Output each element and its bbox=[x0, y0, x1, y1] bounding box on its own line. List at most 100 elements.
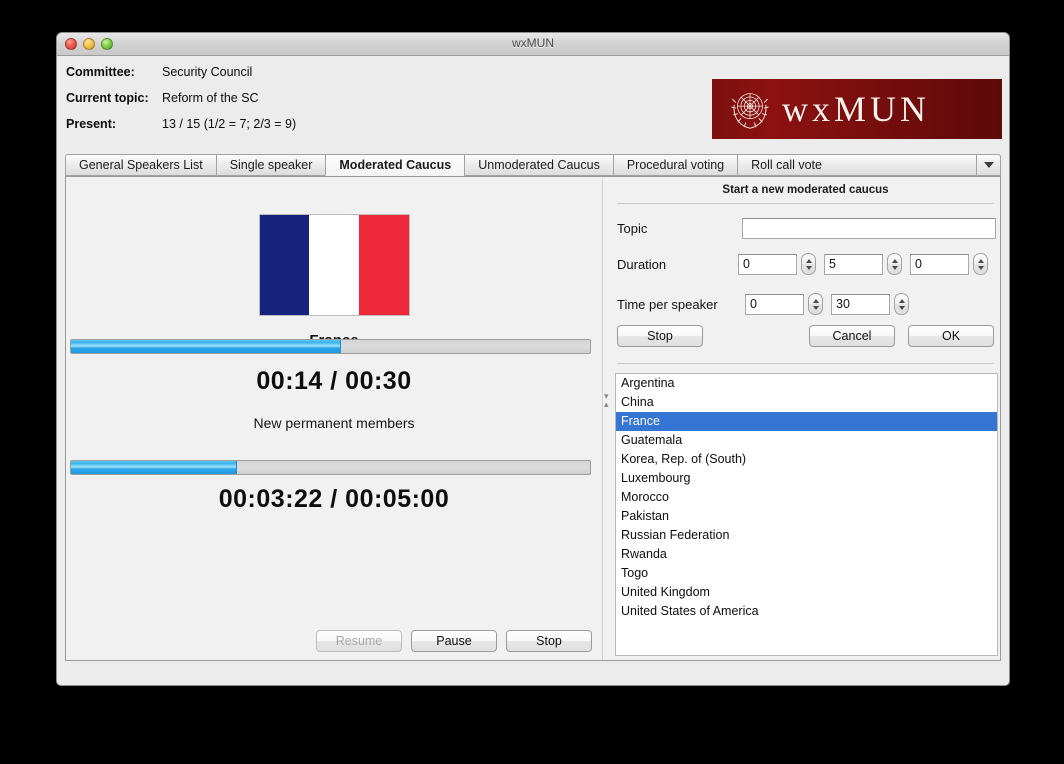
flag-band-blue bbox=[259, 215, 310, 315]
tps-minutes-input[interactable] bbox=[745, 293, 804, 315]
caucus-control-buttons: Resume Pause Stop bbox=[316, 630, 592, 652]
duration-minutes-input[interactable] bbox=[824, 253, 883, 275]
france-flag bbox=[258, 214, 410, 316]
tps-minutes-stepper[interactable] bbox=[808, 293, 823, 315]
tps-seconds-stepper[interactable] bbox=[894, 293, 909, 315]
speaker-timer: 00:14 / 00:30 bbox=[256, 367, 412, 395]
duration-hours-input[interactable] bbox=[738, 253, 797, 275]
duration-minutes-stepper[interactable] bbox=[887, 253, 902, 275]
form-stop-button[interactable]: Stop bbox=[617, 325, 703, 347]
window-titlebar[interactable]: wxMUN bbox=[57, 33, 1009, 56]
tab-general-speakers-list[interactable]: General Speakers List bbox=[65, 154, 216, 176]
new-caucus-pane: Start a new moderated caucus Topic Durat… bbox=[611, 177, 1000, 660]
speaker-progress-bar bbox=[70, 339, 591, 354]
present-value: 13 / 15 (1/2 = 7; 2/3 = 9) bbox=[162, 117, 297, 131]
stepper-up-icon[interactable] bbox=[812, 298, 819, 303]
topic-label: Topic bbox=[617, 220, 648, 236]
present-label: Present: bbox=[66, 117, 117, 131]
committee-value: Security Council bbox=[162, 65, 253, 79]
info-row-committee: Committee: Security Council bbox=[66, 65, 296, 91]
pause-button[interactable]: Pause bbox=[411, 630, 497, 652]
list-item[interactable]: Russian Federation bbox=[616, 526, 997, 545]
current-topic-value: Reform of the SC bbox=[162, 91, 259, 105]
list-item[interactable]: France bbox=[616, 412, 997, 431]
stepper-up-icon[interactable] bbox=[891, 258, 898, 263]
list-item[interactable]: Morocco bbox=[616, 488, 997, 507]
time-per-speaker-row: Time per speaker bbox=[617, 293, 996, 315]
caucus-progress-fill bbox=[71, 461, 238, 474]
list-item[interactable]: Korea, Rep. of (South) bbox=[616, 450, 997, 469]
caucus-timer: 00:03:22 / 00:05:00 bbox=[218, 485, 450, 513]
list-item[interactable]: Luxembourg bbox=[616, 469, 997, 488]
tab-moderated-caucus[interactable]: Moderated Caucus bbox=[325, 154, 465, 176]
duration-seconds-group bbox=[910, 253, 988, 275]
stop-button[interactable]: Stop bbox=[506, 630, 592, 652]
tab-procedural-voting[interactable]: Procedural voting bbox=[612, 154, 738, 176]
splitter-grip-icon: ▾ ▴ bbox=[604, 391, 609, 409]
stepper-up-icon[interactable] bbox=[898, 298, 905, 303]
duration-label: Duration bbox=[617, 256, 667, 272]
form-title: Start a new moderated caucus bbox=[722, 184, 889, 196]
form-divider bbox=[617, 203, 994, 204]
duration-seconds-stepper[interactable] bbox=[973, 253, 988, 275]
duration-seconds-input[interactable] bbox=[910, 253, 969, 275]
list-item[interactable]: China bbox=[616, 393, 997, 412]
stepper-down-icon[interactable] bbox=[977, 265, 984, 270]
country-display: France bbox=[66, 214, 602, 349]
flag-band-white bbox=[309, 215, 359, 315]
topic-input[interactable] bbox=[741, 217, 996, 239]
current-topic-label: Current topic: bbox=[66, 91, 149, 105]
caucus-topic-text: New permanent members bbox=[253, 415, 415, 431]
list-item[interactable]: United States of America bbox=[616, 602, 997, 621]
tab-bar: General Speakers List Single speaker Mod… bbox=[65, 153, 1001, 176]
list-item[interactable]: Argentina bbox=[616, 374, 997, 393]
list-item[interactable]: Guatemala bbox=[616, 431, 997, 450]
tps-minutes-group bbox=[745, 293, 823, 315]
speaker-progress-fill bbox=[71, 340, 341, 353]
tab-content-panel: France 00:14 / 00:30 New permanent membe… bbox=[65, 176, 1001, 661]
stepper-down-icon[interactable] bbox=[891, 265, 898, 270]
tps-seconds-group bbox=[831, 293, 909, 315]
flag-band-red bbox=[358, 215, 409, 315]
app-window: wxMUN Committee: Security Council Curren… bbox=[56, 32, 1010, 686]
tab-unmoderated-caucus[interactable]: Unmoderated Caucus bbox=[464, 154, 613, 176]
form-action-buttons: Stop Cancel OK bbox=[617, 325, 994, 347]
un-emblem-icon bbox=[731, 93, 769, 129]
tps-seconds-input[interactable] bbox=[831, 293, 890, 315]
caucus-status-pane: France 00:14 / 00:30 New permanent membe… bbox=[66, 177, 603, 660]
stepper-down-icon[interactable] bbox=[898, 305, 905, 310]
cancel-button[interactable]: Cancel bbox=[809, 325, 895, 347]
committee-label: Committee: bbox=[66, 65, 135, 79]
tab-roll-call-vote[interactable]: Roll call vote bbox=[737, 154, 977, 176]
resume-button[interactable]: Resume bbox=[316, 630, 402, 652]
list-item[interactable]: Rwanda bbox=[616, 545, 997, 564]
wxmun-logo: wxMUN bbox=[712, 79, 1002, 139]
duration-hours-stepper[interactable] bbox=[801, 253, 816, 275]
tab-single-speaker[interactable]: Single speaker bbox=[215, 154, 326, 176]
window-title: wxMUN bbox=[512, 36, 554, 50]
pane-splitter[interactable]: ▾ ▴ bbox=[603, 177, 611, 660]
topic-row: Topic bbox=[617, 217, 996, 239]
duration-hours-group bbox=[738, 253, 816, 275]
list-item[interactable]: Togo bbox=[616, 564, 997, 583]
list-divider bbox=[617, 363, 994, 364]
duration-row: Duration bbox=[617, 253, 996, 275]
info-row-present: Present: 13 / 15 (1/2 = 7; 2/3 = 9) bbox=[66, 117, 296, 143]
tab-overflow-button[interactable] bbox=[977, 154, 1001, 176]
logo-text: wxMUN bbox=[782, 89, 931, 129]
chevron-down-icon bbox=[983, 162, 994, 168]
stepper-up-icon[interactable] bbox=[805, 258, 812, 263]
list-item[interactable]: United Kingdom bbox=[616, 583, 997, 602]
list-item[interactable]: Pakistan bbox=[616, 507, 997, 526]
committee-header: Committee: Security Council Current topi… bbox=[57, 56, 1009, 153]
caucus-progress-bar bbox=[70, 460, 591, 475]
committee-info: Committee: Security Council Current topi… bbox=[66, 65, 296, 143]
country-list[interactable]: Argentina China France Guatemala Korea, Rep.… bbox=[615, 373, 998, 656]
stepper-down-icon[interactable] bbox=[805, 265, 812, 270]
info-row-current-topic: Current topic: Reform of the SC bbox=[66, 91, 296, 117]
ok-button[interactable]: OK bbox=[908, 325, 994, 347]
stepper-up-icon[interactable] bbox=[977, 258, 984, 263]
time-per-speaker-label: Time per speaker bbox=[617, 296, 718, 312]
duration-minutes-group bbox=[824, 253, 902, 275]
stepper-down-icon[interactable] bbox=[812, 305, 819, 310]
